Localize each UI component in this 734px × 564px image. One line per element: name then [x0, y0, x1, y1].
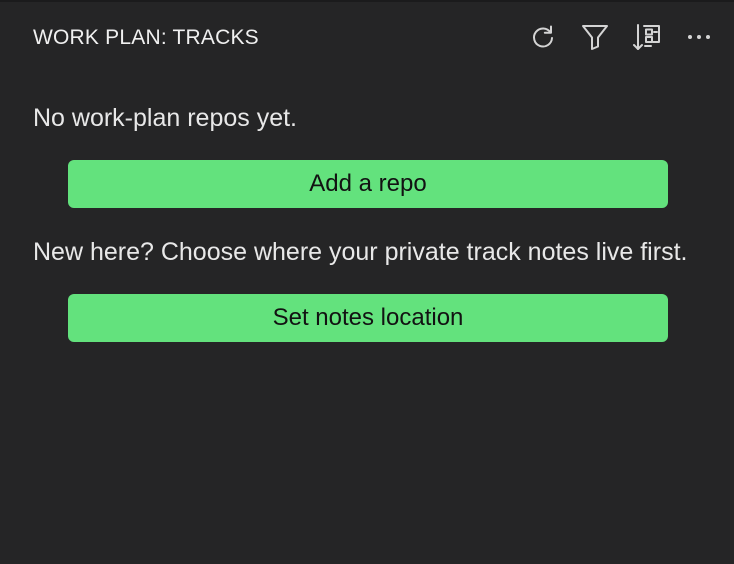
sort-button[interactable] — [630, 20, 664, 54]
panel-title: WORK PLAN: TRACKS — [33, 26, 259, 49]
filter-icon — [580, 22, 610, 52]
more-icon — [686, 24, 712, 50]
refresh-button[interactable] — [526, 20, 560, 54]
set-notes-location-button[interactable]: Set notes location — [68, 294, 668, 342]
more-actions-button[interactable] — [682, 20, 716, 54]
panel-header: WORK PLAN: TRACKS — [0, 2, 734, 72]
filter-button[interactable] — [578, 20, 612, 54]
refresh-icon — [529, 23, 557, 51]
panel-actions — [508, 20, 716, 54]
empty-state: No work-plan repos yet. Add a repo New h… — [33, 100, 693, 342]
sort-icon — [632, 22, 662, 52]
add-repo-button[interactable]: Add a repo — [68, 160, 668, 208]
new-here-message: New here? Choose where your private trac… — [33, 238, 688, 266]
no-repos-message: No work-plan repos yet. — [33, 104, 298, 132]
